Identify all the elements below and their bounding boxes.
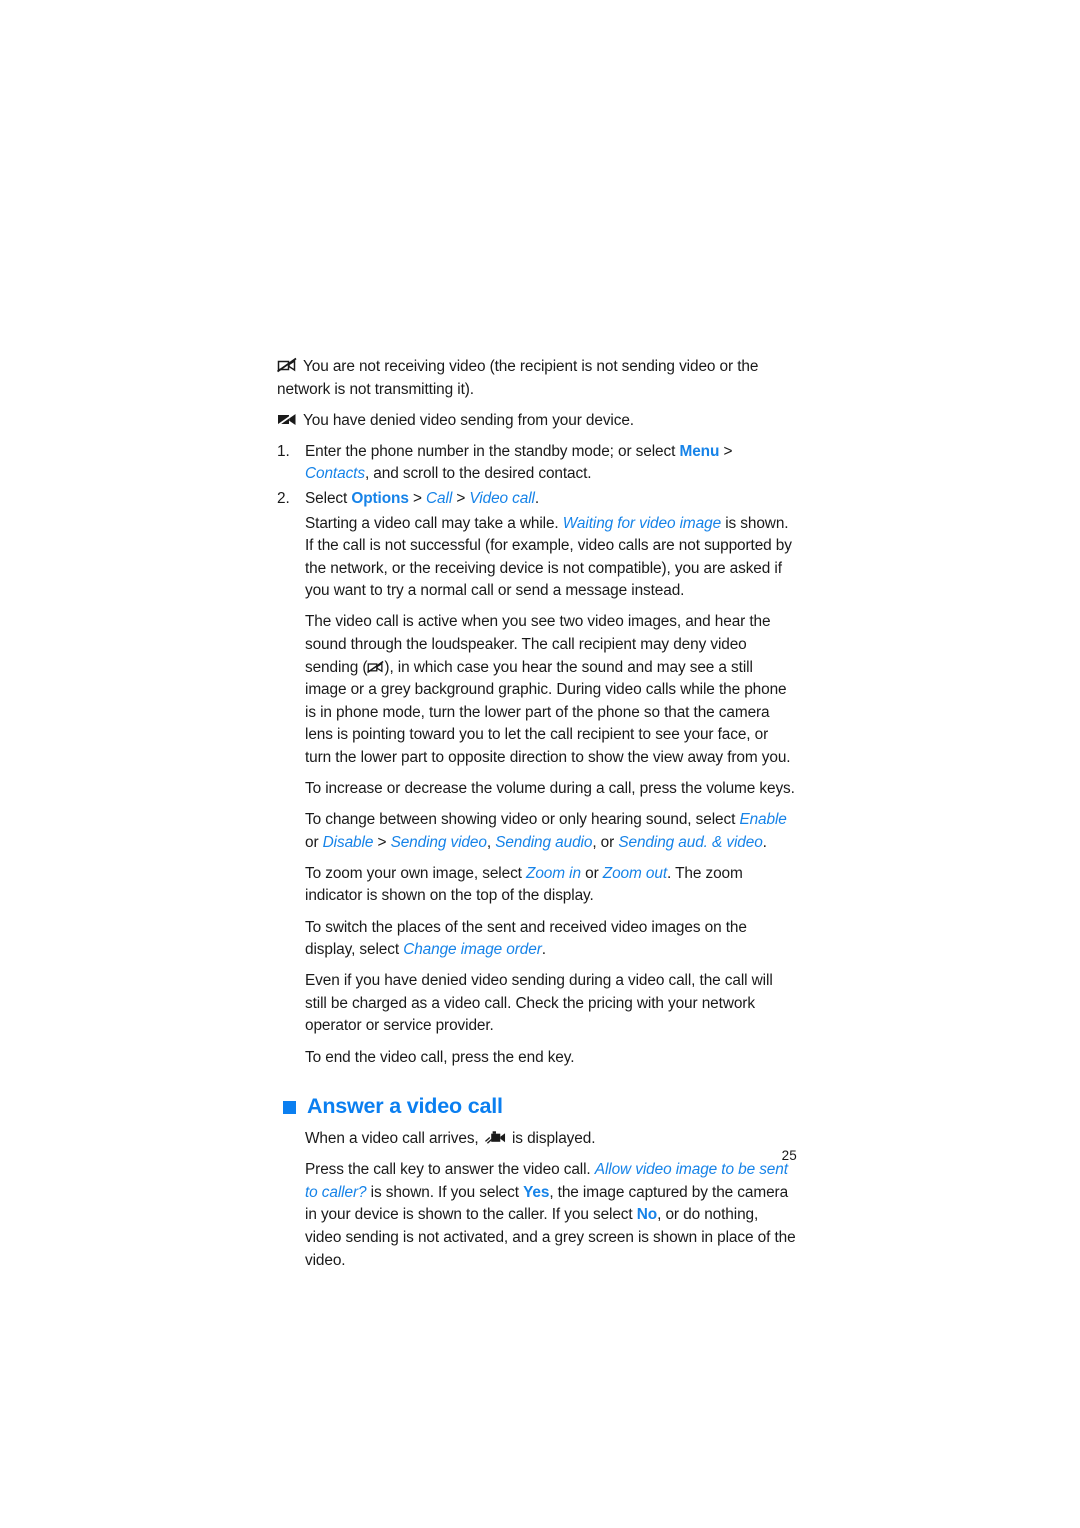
step-text: Select Options > Call > Video call. (305, 489, 540, 507)
ui-string: Waiting for video image (562, 514, 722, 532)
document-page: You are not receiving video (the recipie… (0, 0, 1080, 1528)
ui-string: Sending audio (495, 833, 593, 851)
ui-string: Change image order (403, 941, 542, 959)
video-sending-denied-icon (277, 411, 297, 427)
body-paragraphs: Starting a video call may take a while. … (277, 513, 797, 1070)
answer-video-call-paragraph: Press the call key to answer the video c… (305, 1161, 796, 1269)
status-note-text: You are not receiving video (the recipie… (277, 358, 759, 398)
ui-key-name: Options (351, 489, 409, 507)
incoming-video-call-icon (484, 1130, 506, 1145)
charging-paragraph: Even if you have denied video sending du… (305, 972, 773, 1035)
ui-key-name: Yes (523, 1183, 550, 1201)
zoom-paragraph: To zoom your own image, select Zoom in o… (305, 864, 743, 905)
change-image-order-paragraph: To switch the places of the sent and rec… (305, 918, 747, 959)
step-item-1: 1. Enter the phone number in the standby … (277, 441, 797, 486)
no-video-receiving-icon (276, 357, 297, 373)
step-number: 1. (277, 442, 290, 460)
section-heading: Answer a video call (283, 1093, 797, 1119)
status-note-text: You have denied video sending from your … (303, 411, 634, 429)
ui-string: Enable (739, 811, 787, 829)
step-item-2: 2. Select Options > Call > Video call. (277, 488, 797, 511)
ui-key-name: Menu (679, 442, 720, 460)
ui-string: Sending video (390, 833, 487, 851)
no-video-sending-icon (367, 659, 385, 673)
step-number: 2. (277, 489, 290, 507)
status-icon-notes: You are not receiving video (the recipie… (276, 356, 797, 433)
status-note-1: You are not receiving video (the recipie… (276, 356, 797, 401)
active-video-call-paragraph: The video call is active when you see tw… (305, 613, 791, 766)
ui-string: Contacts (305, 465, 365, 483)
ui-string: Disable (322, 833, 374, 851)
numbered-steps-list: 1. Enter the phone number in the standby … (277, 441, 797, 511)
step-text: Enter the phone number in the standby mo… (305, 442, 733, 483)
page-number: 25 (781, 1148, 797, 1163)
end-call-paragraph: To end the video call, press the end key… (305, 1048, 575, 1066)
ui-string: Sending aud. & video (618, 833, 763, 851)
ui-string: Zoom out (602, 864, 667, 882)
ui-string: Call (426, 489, 453, 507)
page-content: You are not receiving video (the recipie… (276, 356, 797, 1281)
section-heading-label: Answer a video call (307, 1094, 503, 1119)
ui-string: Video call (469, 489, 535, 507)
volume-paragraph: To increase or decrease the volume durin… (305, 780, 795, 798)
enable-disable-paragraph: To change between showing video or only … (305, 811, 787, 851)
starting-video-call-paragraph: Starting a video call may take a while. … (305, 514, 792, 600)
ui-string: Zoom in (526, 864, 581, 882)
square-bullet-icon (283, 1100, 296, 1114)
status-note-2: You have denied video sending from your … (277, 410, 797, 433)
ui-key-name: No (636, 1206, 658, 1224)
